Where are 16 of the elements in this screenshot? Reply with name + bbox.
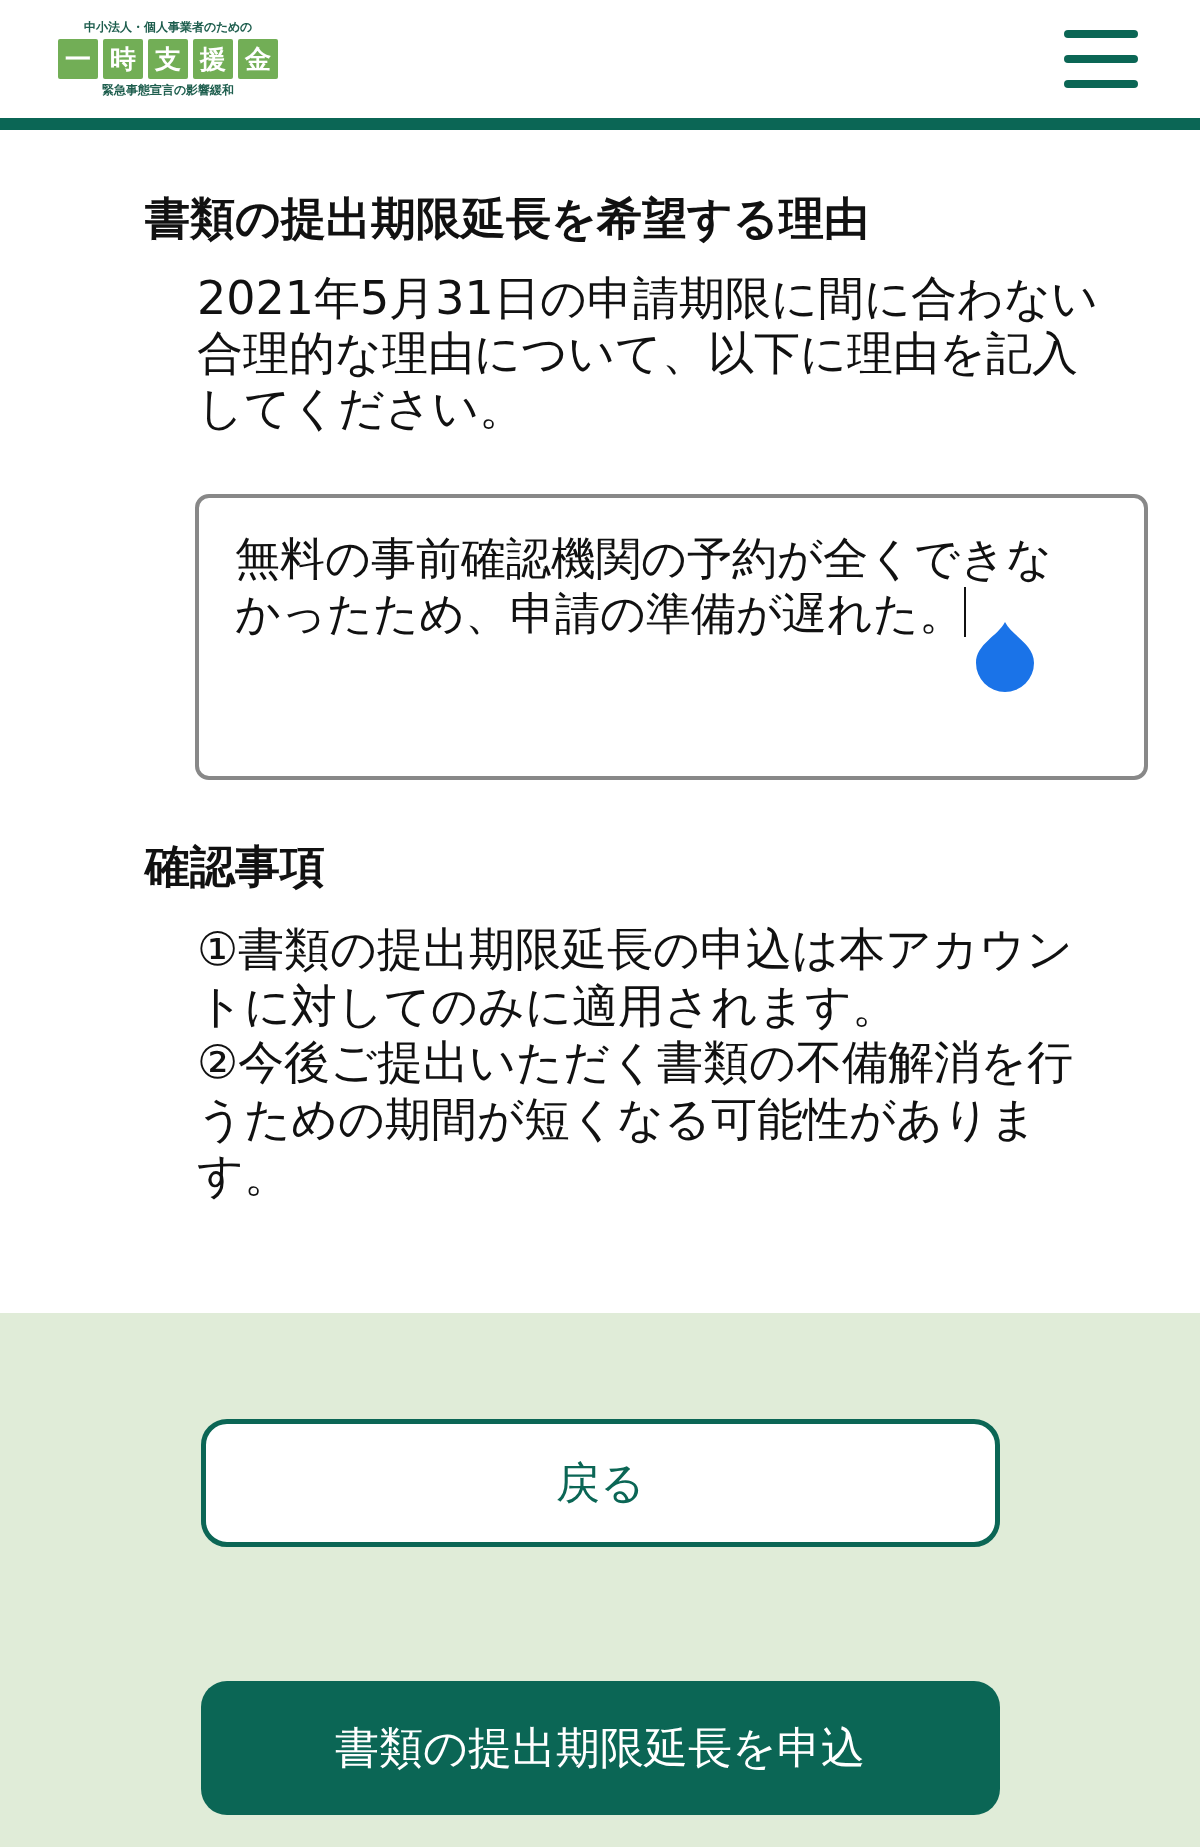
confirmation-item: ②今後ご提出いただく書類の不備解消を行うための期間が短くなる可能性があります。: [197, 1034, 1075, 1204]
logo-tagline: 中小法人・個人事業者のための: [84, 19, 252, 36]
cursor-handle-icon[interactable]: [976, 622, 1034, 692]
section-heading: 書類の提出期限延長を希望する理由: [145, 193, 870, 245]
back-button[interactable]: 戻る: [200, 1419, 1000, 1547]
logo-tile: 時: [103, 39, 143, 79]
logo-tile: 援: [193, 39, 233, 79]
logo-tile: 金: [238, 39, 278, 79]
confirmation-item: ①書類の提出期限延長の申込は本アカウントに対してのみに適用されます。: [197, 921, 1075, 1034]
submit-button[interactable]: 書類の提出期限延長を申込: [200, 1681, 1000, 1815]
logo-tile: 一: [58, 39, 98, 79]
logo-tile: 支: [148, 39, 188, 79]
logo-subtitle: 緊急事態宣言の影響緩和: [102, 82, 234, 99]
instruction-text: 2021年5月31日の申請期限に間に合わない合理的な理由について、以下に理由を記入してください。: [197, 271, 1099, 436]
section-heading: 確認事項: [145, 841, 326, 893]
reason-input-field[interactable]: 無料の事前確認機関の予約が全くできなかったため、申請の準備が遅れた。: [195, 494, 1148, 780]
